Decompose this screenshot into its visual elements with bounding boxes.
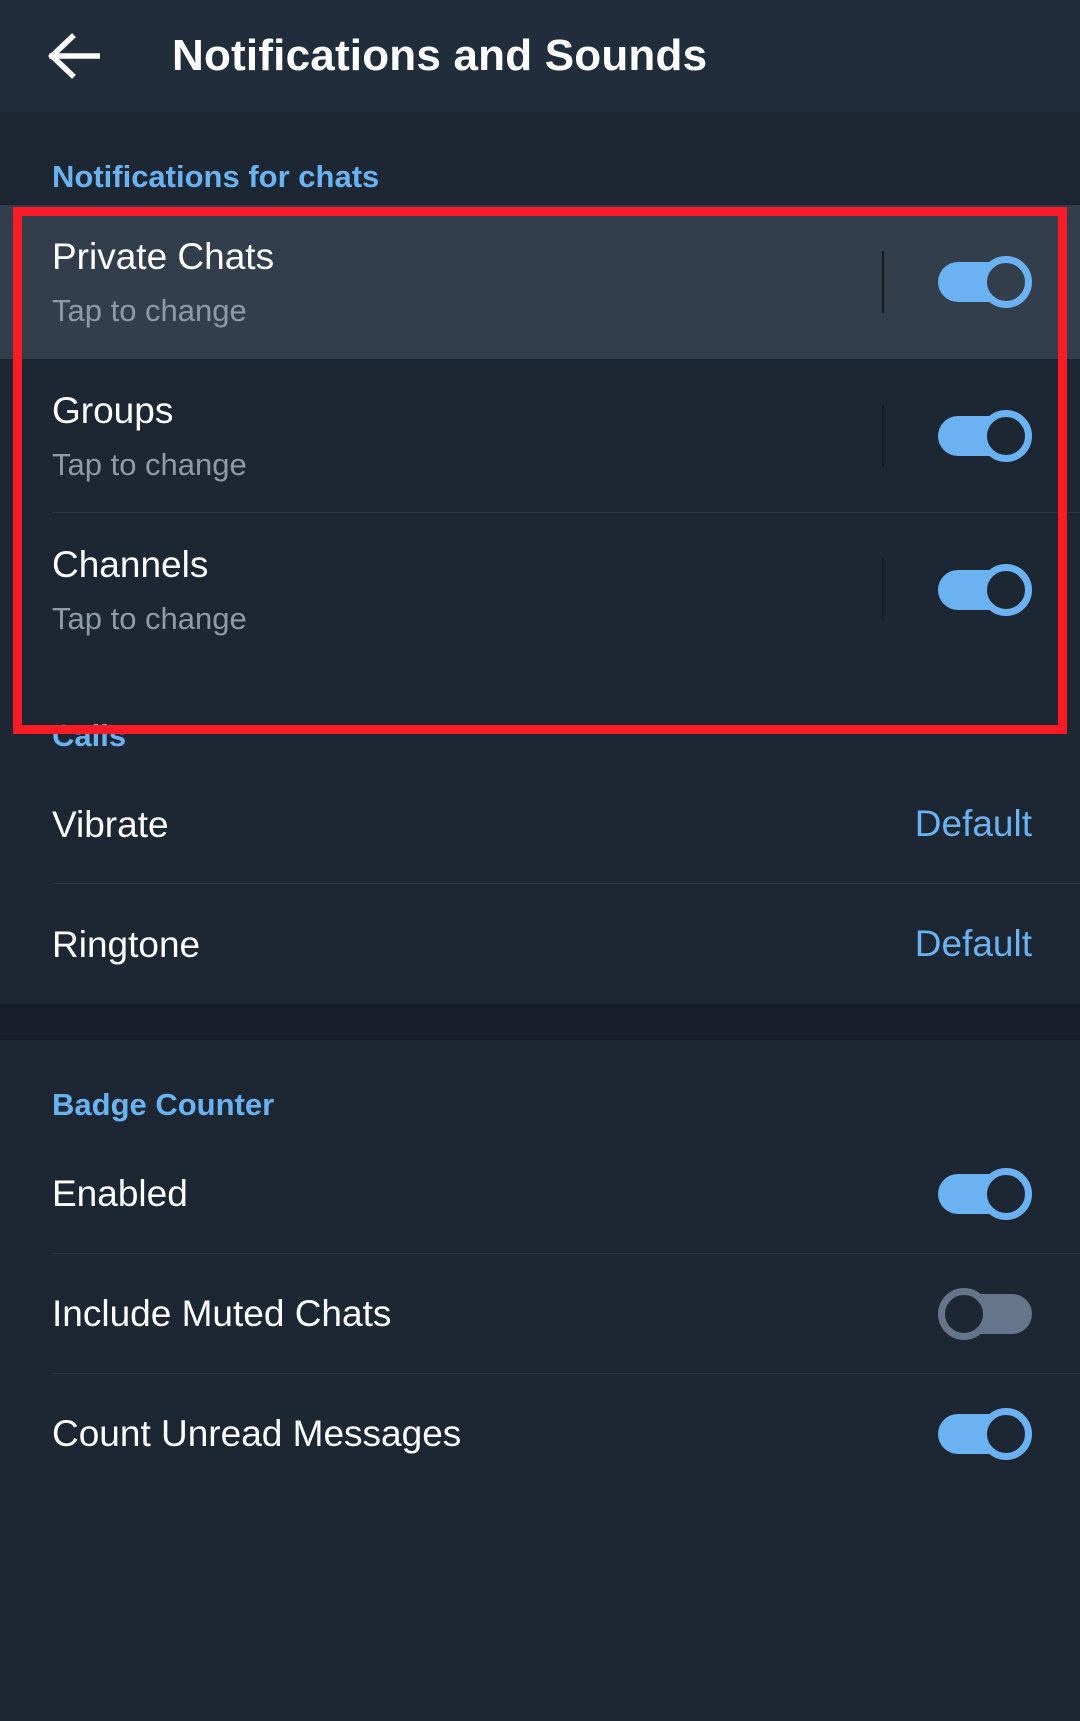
row-title: Private Chats [52, 236, 275, 278]
switch-slot [882, 405, 1032, 468]
row-title: Count Unread Messages [52, 1412, 462, 1454]
row-title: Groups [52, 390, 174, 432]
row-count-unread-messages[interactable]: Count Unread Messages [0, 1373, 1080, 1494]
row-channels[interactable]: Channels Tap to change [0, 513, 1080, 668]
page-title: Notifications and Sounds [172, 31, 708, 80]
row-title: Include Muted Chats [52, 1292, 392, 1334]
toggle-private-chats[interactable] [938, 256, 1032, 309]
switch-divider [882, 405, 884, 468]
row-ringtone[interactable]: Ringtone Default [0, 884, 1080, 1005]
toggle-knob [980, 564, 1032, 617]
section-header-badge-counter: Badge Counter [52, 1087, 275, 1123]
toggle-include-muted-chats[interactable] [938, 1287, 1032, 1340]
row-groups[interactable]: Groups Tap to change [0, 359, 1080, 514]
toggle-count-unread-messages[interactable] [938, 1407, 1032, 1460]
section-separator [0, 1004, 1080, 1041]
row-texts: Channels Tap to change [52, 543, 882, 637]
row-texts: Groups Tap to change [52, 389, 882, 483]
row-subtitle: Tap to change [52, 446, 247, 482]
row-texts: Enabled [52, 1172, 938, 1216]
row-private-chats[interactable]: Private Chats Tap to change [0, 205, 1080, 360]
row-title: Vibrate [52, 803, 169, 845]
toggle-knob [980, 1167, 1032, 1220]
switch-divider [882, 559, 884, 622]
section-header-calls: Calls [52, 718, 127, 754]
row-include-muted-chats[interactable]: Include Muted Chats [0, 1253, 1080, 1374]
app-bar: Notifications and Sounds [0, 0, 1080, 112]
toggle-groups[interactable] [938, 410, 1032, 463]
row-texts: Vibrate [52, 803, 915, 847]
row-texts: Include Muted Chats [52, 1292, 938, 1336]
switch-slot [882, 251, 1032, 314]
row-enabled[interactable]: Enabled [0, 1133, 1080, 1254]
toggle-knob [980, 1407, 1032, 1460]
switch-divider [882, 251, 884, 314]
switch-slot [882, 559, 1032, 622]
toggle-knob [980, 256, 1032, 309]
toggle-enabled[interactable] [938, 1167, 1032, 1220]
section-header-notifications-for-chats: Notifications for chats [52, 159, 380, 194]
toggle-knob [980, 410, 1032, 463]
row-texts: Private Chats Tap to change [52, 235, 882, 329]
toggle-channels[interactable] [938, 564, 1032, 617]
toggle-knob [938, 1287, 990, 1340]
arrow-left-icon [48, 33, 100, 79]
row-title: Ringtone [52, 923, 201, 965]
row-texts: Count Unread Messages [52, 1412, 938, 1456]
row-texts: Ringtone [52, 923, 915, 967]
row-value-ringtone: Default [914, 923, 1032, 965]
row-vibrate[interactable]: Vibrate Default [0, 764, 1080, 885]
row-value-vibrate: Default [914, 803, 1032, 845]
row-title: Channels [52, 544, 209, 586]
row-title: Enabled [52, 1172, 188, 1214]
row-subtitle: Tap to change [52, 600, 247, 636]
row-subtitle: Tap to change [52, 292, 247, 328]
back-button[interactable] [36, 18, 112, 94]
settings-list: Notifications for chats Private Chats Ta… [0, 112, 1080, 1494]
